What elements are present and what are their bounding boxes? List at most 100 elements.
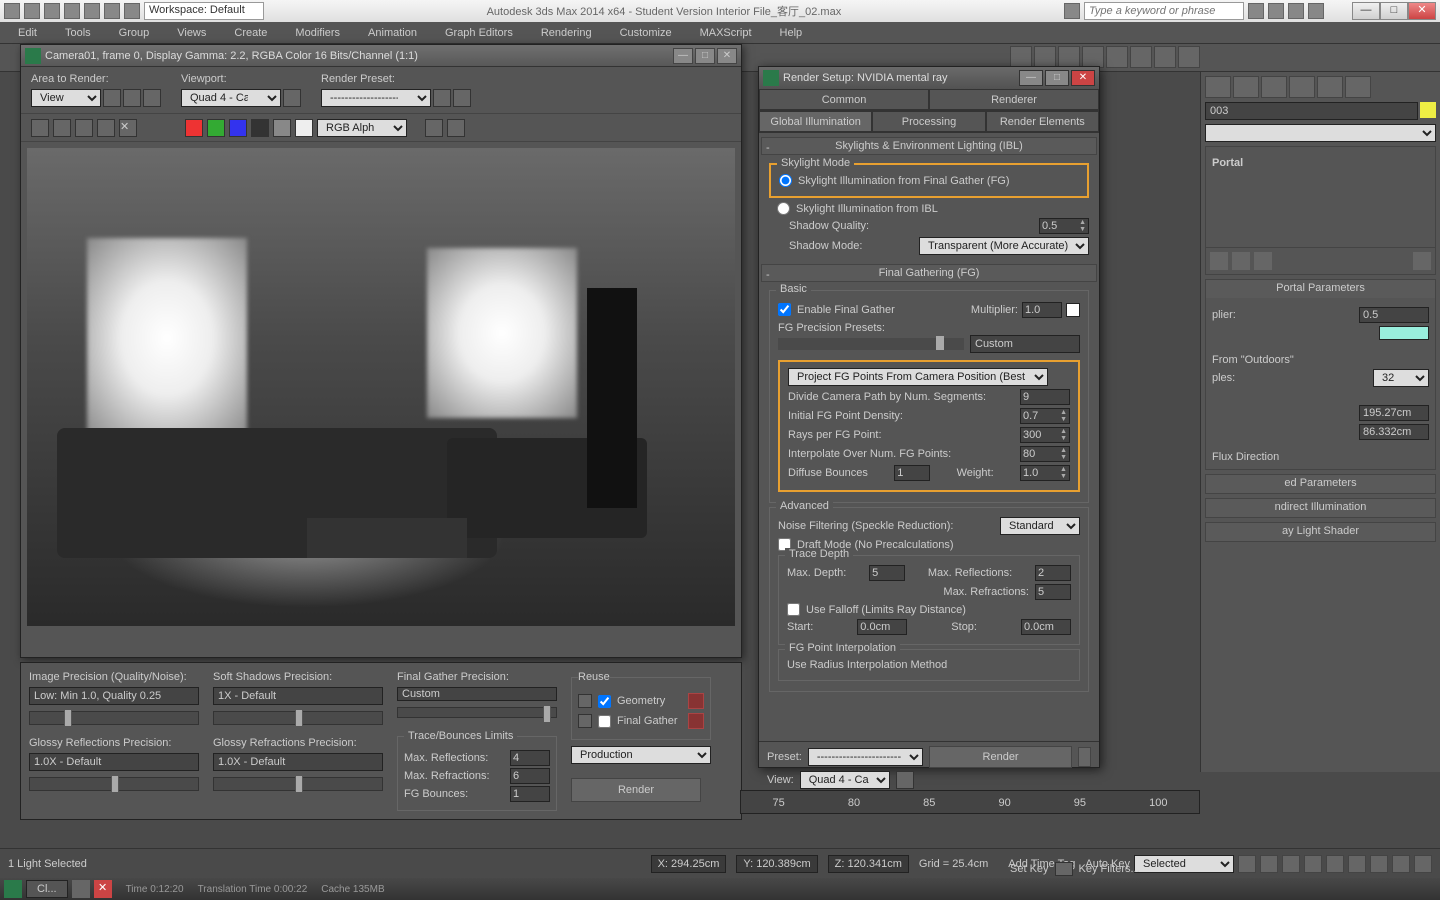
teapot-icon[interactable]	[1178, 46, 1200, 68]
redo-icon[interactable]	[104, 3, 120, 19]
img-precision-slider[interactable]	[29, 711, 199, 725]
project-fg-select[interactable]: Project FG Points From Camera Position (…	[788, 368, 1048, 386]
display-tab[interactable]	[1317, 76, 1343, 98]
fg-preset-slider[interactable]	[778, 338, 964, 350]
maximize-button[interactable]: □	[695, 48, 715, 64]
rollout-fg[interactable]: -Final Gathering (FG)	[761, 264, 1097, 282]
soft-shadow-value[interactable]	[213, 687, 383, 705]
lock-icon[interactable]	[578, 694, 592, 708]
shadow-quality-spin[interactable]: 0.5▲▼	[1039, 218, 1089, 234]
view-select[interactable]: Quad 4 - Camer	[800, 771, 890, 789]
tool-icon[interactable]	[1034, 46, 1056, 68]
preset-select[interactable]: -----------------------	[808, 748, 923, 766]
nav-icon[interactable]	[1348, 855, 1366, 873]
img-precision-value[interactable]	[29, 687, 199, 705]
region-icon[interactable]	[123, 89, 141, 107]
modifier-list[interactable]	[1205, 124, 1436, 142]
menu-graph[interactable]: Graph Editors	[437, 25, 521, 41]
alpha-channel[interactable]	[251, 119, 269, 137]
open-icon[interactable]	[44, 3, 60, 19]
help-icon[interactable]	[1248, 3, 1264, 19]
object-name-input[interactable]	[1205, 102, 1418, 120]
red-channel[interactable]	[185, 119, 203, 137]
tab-common[interactable]: Common	[759, 89, 929, 110]
motion-tab[interactable]	[1289, 76, 1315, 98]
glossy-refl-value[interactable]	[29, 753, 199, 771]
modifier-stack-item[interactable]: Portal	[1212, 153, 1429, 173]
enable-fg-checkbox[interactable]	[778, 303, 791, 316]
rollout-skylight[interactable]: -Skylights & Environment Lighting (IBL)	[761, 137, 1097, 155]
menu-create[interactable]: Create	[226, 25, 275, 41]
clear-icon[interactable]: ✕	[119, 119, 137, 137]
fg-checkbox[interactable]	[598, 715, 611, 728]
menu-tools[interactable]: Tools	[57, 25, 99, 41]
menu-group[interactable]: Group	[111, 25, 158, 41]
tool-icon[interactable]	[1106, 46, 1128, 68]
lock-icon[interactable]	[283, 89, 301, 107]
close-button[interactable]: ✕	[717, 48, 737, 64]
maxrefl-spin[interactable]: 2	[1035, 565, 1071, 581]
maxrefr-spin[interactable]: 5	[1035, 584, 1071, 600]
tab-processing[interactable]: Processing	[872, 111, 985, 132]
blue-channel[interactable]	[229, 119, 247, 137]
dim1-spin[interactable]	[1359, 405, 1429, 421]
keymode-select[interactable]: Selected	[1134, 855, 1234, 873]
nav-icon[interactable]	[1392, 855, 1410, 873]
toggle-icon[interactable]	[447, 119, 465, 137]
rollout-portal-params[interactable]: Portal Parameters	[1206, 280, 1435, 298]
sky-ibl-radio[interactable]	[777, 202, 790, 215]
viewport-select[interactable]: Quad 4 - Camera0	[181, 89, 281, 107]
weight-spin[interactable]: 1.0▲▼	[1020, 465, 1070, 481]
glossy-refr-slider[interactable]	[213, 777, 383, 791]
setkey-button[interactable]: Set Key	[1010, 863, 1049, 875]
multiplier-spin[interactable]	[1359, 307, 1429, 323]
taskbar-icon[interactable]	[72, 880, 90, 898]
stack-icon[interactable]	[1413, 252, 1431, 270]
fg-preset-value[interactable]	[970, 335, 1080, 353]
falloff-checkbox[interactable]	[787, 603, 800, 616]
region-icon[interactable]	[143, 89, 161, 107]
glossy-refl-slider[interactable]	[29, 777, 199, 791]
print-icon[interactable]	[97, 119, 115, 137]
minimize-button[interactable]: —	[1352, 2, 1380, 20]
density-spin[interactable]: 0.7▲▼	[1020, 408, 1070, 424]
color-swatch[interactable]	[1066, 303, 1080, 317]
glossy-refr-value[interactable]	[213, 753, 383, 771]
nav-icon[interactable]	[1414, 855, 1432, 873]
fg-precision-slider[interactable]	[397, 707, 557, 718]
close-button[interactable]: ✕	[1408, 2, 1436, 20]
mono-channel[interactable]	[273, 119, 291, 137]
geometry-checkbox[interactable]	[598, 695, 611, 708]
key-icon[interactable]	[1055, 862, 1073, 876]
tool-icon[interactable]	[1130, 46, 1152, 68]
goto-end-icon[interactable]	[1326, 855, 1344, 873]
green-channel[interactable]	[207, 119, 225, 137]
preset-select[interactable]: ---------------------------	[321, 89, 431, 107]
maximize-button[interactable]: □	[1045, 70, 1069, 86]
menu-customize[interactable]: Customize	[612, 25, 680, 41]
swatch[interactable]	[295, 119, 313, 137]
color-swatch[interactable]	[1420, 102, 1436, 118]
samples-select[interactable]: 32	[1373, 369, 1429, 387]
tool-icon[interactable]	[1082, 46, 1104, 68]
copy-icon[interactable]	[53, 119, 71, 137]
lock-icon[interactable]	[578, 714, 592, 728]
teapot-icon[interactable]	[1154, 46, 1176, 68]
maxdepth-spin[interactable]: 5	[869, 565, 905, 581]
modify-tab[interactable]	[1233, 76, 1259, 98]
soft-shadow-slider[interactable]	[213, 711, 383, 725]
dropdown-icon[interactable]	[1078, 747, 1091, 767]
tab-renderer[interactable]: Renderer	[929, 89, 1099, 110]
close-button[interactable]: ✕	[1071, 70, 1095, 86]
shadow-mode-select[interactable]: Transparent (More Accurate)	[919, 237, 1089, 255]
stack-icon[interactable]	[1232, 252, 1250, 270]
menu-rendering[interactable]: Rendering	[533, 25, 600, 41]
stack-icon[interactable]	[1254, 252, 1272, 270]
fg-precision-value[interactable]	[397, 687, 557, 701]
create-tab[interactable]	[1205, 76, 1231, 98]
workspace-select[interactable]: Workspace: Default	[144, 2, 264, 20]
goto-start-icon[interactable]	[1238, 855, 1256, 873]
sky-fg-radio[interactable]	[779, 174, 792, 187]
new-icon[interactable]	[24, 3, 40, 19]
app-icon[interactable]	[4, 880, 22, 898]
